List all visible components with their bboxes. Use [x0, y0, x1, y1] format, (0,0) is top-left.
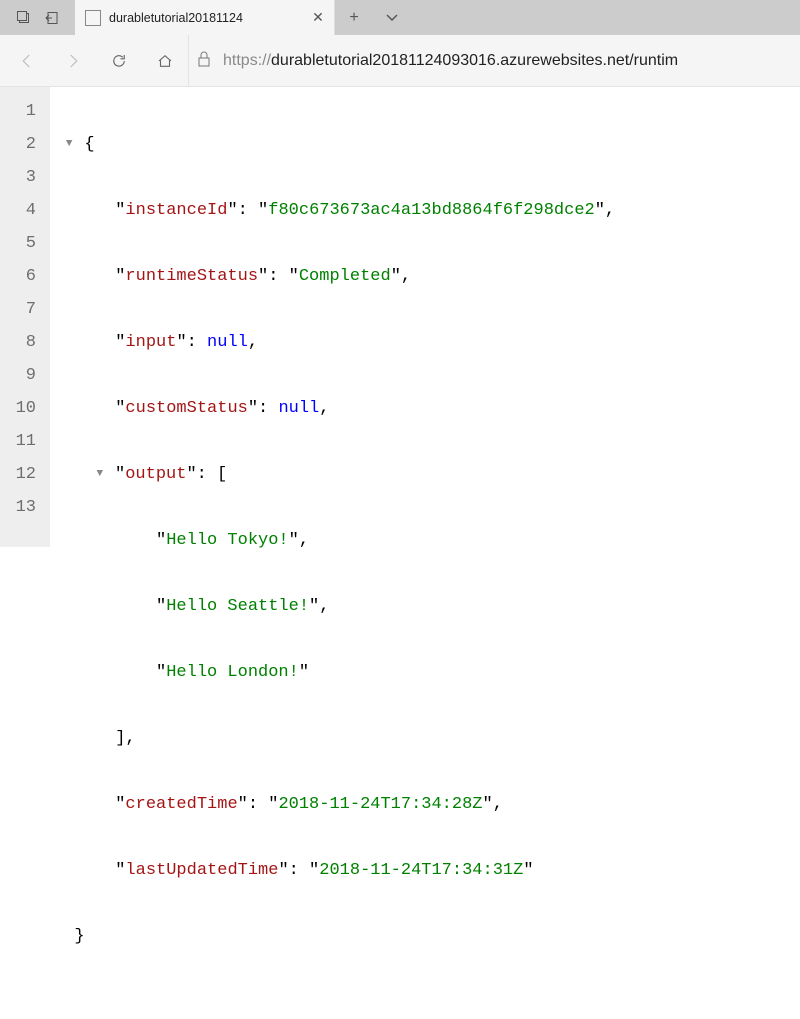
line-number: 2	[0, 128, 36, 161]
collapse-icon[interactable]: ▼	[64, 128, 74, 161]
json-value: Hello Seattle!	[166, 597, 309, 616]
line-number: 3	[0, 161, 36, 194]
line-number: 8	[0, 326, 36, 359]
json-value: null	[278, 399, 319, 418]
new-tab-button[interactable]: +	[335, 0, 373, 35]
refresh-button[interactable]	[96, 41, 142, 81]
browser-tab[interactable]: durabletutorial20181124 ✕	[75, 0, 335, 35]
line-number: 7	[0, 293, 36, 326]
json-value: 2018-11-24T17:34:28Z	[278, 795, 482, 814]
line-number: 11	[0, 425, 36, 458]
close-tab-icon[interactable]: ✕	[308, 9, 328, 26]
json-value: Hello Tokyo!	[166, 531, 288, 550]
json-key: lastUpdatedTime	[125, 861, 278, 880]
navbar: https://durabletutorial20181124093016.az…	[0, 35, 800, 87]
json-key: input	[125, 333, 176, 352]
titlebar: durabletutorial20181124 ✕ +	[0, 0, 800, 35]
json-key: output	[125, 465, 186, 484]
json-value: f80c673673ac4a13bd8864f6f298dce2	[268, 201, 594, 220]
line-number: 6	[0, 260, 36, 293]
json-key: createdTime	[125, 795, 237, 814]
tab-title: durabletutorial20181124	[109, 11, 300, 25]
line-number: 12	[0, 458, 36, 491]
json-key: customStatus	[125, 399, 247, 418]
line-number: 5	[0, 227, 36, 260]
forward-button[interactable]	[50, 41, 96, 81]
json-key: instanceId	[125, 201, 227, 220]
line-number: 1	[0, 95, 36, 128]
json-value: Completed	[299, 267, 391, 286]
line-number: 9	[0, 359, 36, 392]
favicon-placeholder-icon	[85, 10, 101, 26]
json-value: Hello London!	[166, 663, 299, 682]
json-key: runtimeStatus	[125, 267, 258, 286]
back-button[interactable]	[4, 41, 50, 81]
address-bar[interactable]: https://durabletutorial20181124093016.az…	[188, 35, 796, 86]
json-value: null	[207, 333, 248, 352]
home-button[interactable]	[142, 41, 188, 81]
json-content[interactable]: ▼ { "instanceId": "f80c673673ac4a13bd886…	[50, 87, 800, 547]
json-viewer: 1 2 3 4 5 6 7 8 9 10 11 12 13 ▼ { "insta…	[0, 87, 800, 547]
line-number: 13	[0, 491, 36, 524]
collapse-icon[interactable]: ▼	[95, 458, 105, 491]
line-number: 10	[0, 392, 36, 425]
url-scheme: https://	[223, 52, 271, 69]
url-host-path: durabletutorial20181124093016.azurewebsi…	[271, 52, 678, 69]
lock-icon	[197, 51, 213, 70]
json-value: 2018-11-24T17:34:31Z	[319, 861, 523, 880]
set-aside-icon[interactable]	[45, 11, 59, 25]
tabs-aside-icon[interactable]	[17, 11, 31, 25]
url-text: https://durabletutorial20181124093016.az…	[223, 52, 678, 70]
line-number: 4	[0, 194, 36, 227]
line-gutter: 1 2 3 4 5 6 7 8 9 10 11 12 13	[0, 87, 50, 547]
tab-menu-button[interactable]	[373, 0, 411, 35]
window-controls	[0, 0, 75, 35]
